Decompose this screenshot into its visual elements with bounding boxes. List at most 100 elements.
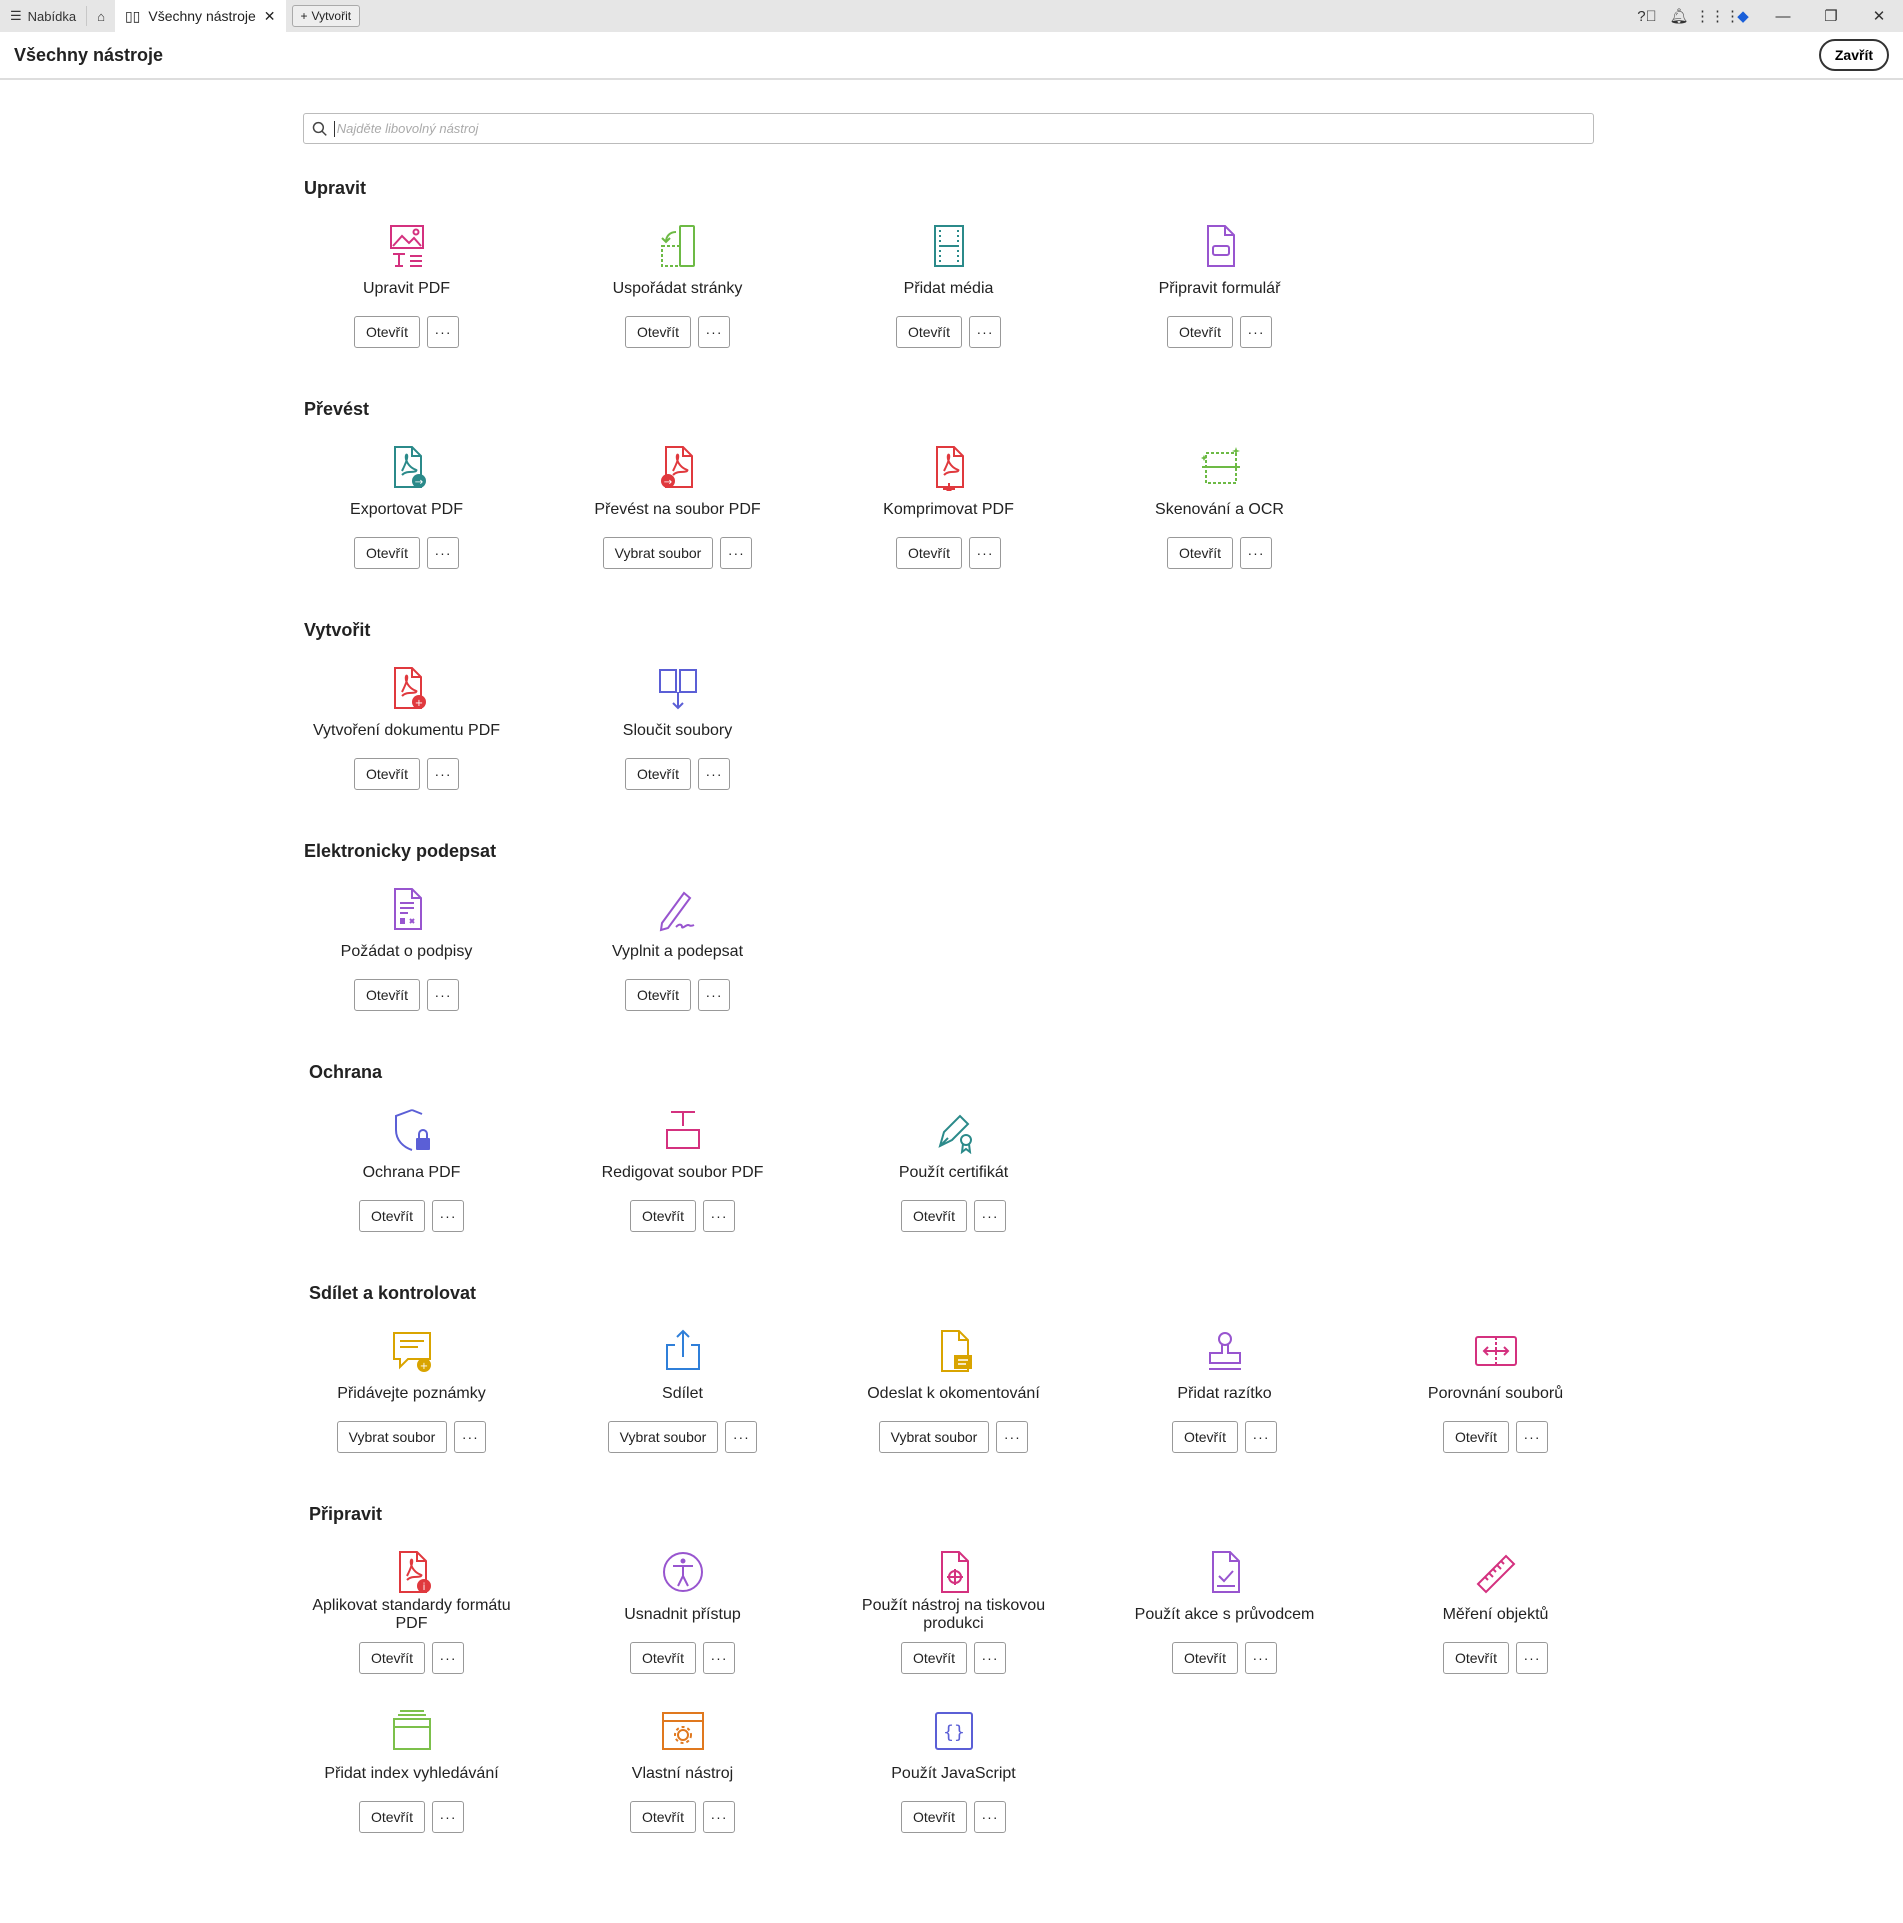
select-file-button[interactable]: Vybrat soubor	[878, 1421, 990, 1453]
more-options-button[interactable]: ···	[1516, 1421, 1548, 1453]
open-button[interactable]: Otevřít	[353, 979, 420, 1011]
more-options-button[interactable]: ···	[969, 537, 1001, 569]
more-options-button[interactable]: ···	[432, 1801, 464, 1833]
open-button[interactable]: Otevřít	[624, 316, 691, 348]
share-icon[interactable]	[659, 1327, 707, 1375]
tool-label: Sloučit soubory	[622, 722, 733, 739]
tab-all-tools[interactable]: ▯▯ Všechny nástroje ✕	[114, 0, 286, 32]
more-options-button[interactable]: ···	[454, 1421, 487, 1453]
search-input[interactable]	[333, 120, 1593, 137]
open-button[interactable]: Otevřít	[629, 1642, 696, 1674]
more-options-button[interactable]: ···	[698, 758, 730, 790]
open-button[interactable]: Otevřít	[895, 537, 962, 569]
measure-icon[interactable]	[1472, 1548, 1520, 1596]
send-comment-icon[interactable]	[930, 1327, 978, 1375]
open-button[interactable]: Otevřít	[1171, 1421, 1238, 1453]
open-button[interactable]: Otevřít	[900, 1801, 967, 1833]
open-button[interactable]: Otevřít	[1166, 537, 1233, 569]
prepare-form-icon[interactable]	[1196, 222, 1244, 270]
more-options-button[interactable]: ···	[725, 1421, 758, 1453]
more-options-button[interactable]: ···	[427, 758, 459, 790]
more-options-button[interactable]: ···	[1245, 1421, 1277, 1453]
select-file-button[interactable]: Vybrat soubor	[336, 1421, 448, 1453]
open-button[interactable]: Otevřít	[1166, 316, 1233, 348]
bell-icon[interactable]: 🔔︎	[1663, 7, 1695, 25]
select-file-button[interactable]: Vybrat soubor	[602, 537, 714, 569]
open-button[interactable]: Otevřít	[624, 979, 691, 1011]
add-media-icon[interactable]	[925, 222, 973, 270]
home-button[interactable]: ⌂	[87, 0, 115, 32]
open-button[interactable]: Otevřít	[624, 758, 691, 790]
select-file-button[interactable]: Vybrat soubor	[607, 1421, 719, 1453]
open-button[interactable]: Otevřít	[895, 316, 962, 348]
request-signatures-icon[interactable]	[383, 885, 431, 933]
more-options-button[interactable]: ···	[432, 1200, 464, 1232]
open-button[interactable]: Otevřít	[629, 1801, 696, 1833]
more-options-button[interactable]: ···	[720, 537, 753, 569]
more-options-button[interactable]: ···	[1240, 316, 1272, 348]
more-options-button[interactable]: ···	[1245, 1642, 1277, 1674]
open-button[interactable]: Otevřít	[1171, 1642, 1238, 1674]
close-tab-icon[interactable]: ✕	[264, 8, 276, 25]
export-pdf-icon[interactable]: →	[383, 443, 431, 491]
apps-grid-icon[interactable]: ⋮⋮⋮	[1695, 7, 1740, 25]
action-wizard-icon[interactable]	[1201, 1548, 1249, 1596]
more-options-button[interactable]: ···	[703, 1200, 735, 1232]
open-button[interactable]: Otevřít	[1442, 1421, 1509, 1453]
minimize-icon[interactable]: —	[1759, 8, 1807, 25]
scan-ocr-icon[interactable]	[1196, 443, 1244, 491]
more-options-button[interactable]: ···	[996, 1421, 1029, 1453]
open-button[interactable]: Otevřít	[1442, 1642, 1509, 1674]
close-button[interactable]: Zavřít	[1818, 39, 1889, 71]
more-options-button[interactable]: ···	[698, 979, 730, 1011]
certificate-icon[interactable]	[930, 1106, 978, 1155]
custom-tool-icon[interactable]	[659, 1707, 707, 1755]
more-options-button[interactable]: ···	[703, 1801, 735, 1833]
adobe-icon[interactable]: ◆	[1727, 7, 1759, 25]
more-options-button[interactable]: ···	[974, 1642, 1006, 1674]
print-production-icon[interactable]	[930, 1548, 978, 1596]
more-options-button[interactable]: ···	[703, 1642, 735, 1674]
search-index-icon[interactable]	[388, 1707, 436, 1755]
combine-files-icon[interactable]	[654, 664, 702, 712]
more-options-button[interactable]: ···	[1240, 537, 1272, 569]
fill-sign-icon[interactable]	[654, 885, 702, 933]
comment-icon[interactable]: +	[388, 1327, 436, 1375]
organize-pages-icon[interactable]	[654, 222, 702, 270]
search-box[interactable]	[303, 113, 1594, 144]
convert-pdf-icon[interactable]: →	[654, 443, 702, 491]
accessibility-icon[interactable]	[659, 1548, 707, 1596]
open-button[interactable]: Otevřít	[900, 1200, 967, 1232]
more-options-button[interactable]: ···	[698, 316, 730, 348]
open-button[interactable]: Otevřít	[900, 1642, 967, 1674]
more-options-button[interactable]: ···	[1516, 1642, 1548, 1674]
open-button[interactable]: Otevřít	[358, 1801, 425, 1833]
close-window-icon[interactable]: ✕	[1855, 7, 1903, 25]
open-button[interactable]: Otevřít	[358, 1642, 425, 1674]
redact-icon[interactable]	[659, 1106, 707, 1154]
help-icon[interactable]: ?⃝	[1631, 8, 1663, 25]
restore-icon[interactable]: ❐	[1807, 7, 1855, 25]
create-pdf-icon[interactable]: +	[383, 664, 431, 712]
more-options-button[interactable]: ···	[427, 316, 459, 348]
edit-pdf-icon[interactable]	[383, 222, 431, 270]
more-options-button[interactable]: ···	[974, 1801, 1006, 1833]
more-options-button[interactable]: ···	[427, 979, 459, 1011]
more-options-button[interactable]: ···	[432, 1642, 464, 1674]
more-options-button[interactable]: ···	[969, 316, 1001, 348]
open-button[interactable]: Otevřít	[353, 537, 420, 569]
menu-button[interactable]: ☰ Nabídka	[0, 0, 86, 32]
protect-pdf-icon[interactable]	[388, 1106, 436, 1154]
pdf-standards-icon[interactable]: i	[388, 1548, 436, 1596]
compare-files-icon[interactable]	[1472, 1327, 1520, 1375]
open-button[interactable]: Otevřít	[358, 1200, 425, 1232]
open-button[interactable]: Otevřít	[353, 316, 420, 348]
compress-pdf-icon[interactable]	[925, 443, 973, 492]
more-options-button[interactable]: ···	[974, 1200, 1006, 1232]
stamp-icon[interactable]	[1201, 1327, 1249, 1375]
create-button[interactable]: + Vytvořit	[291, 5, 361, 27]
open-button[interactable]: Otevřít	[629, 1200, 696, 1232]
open-button[interactable]: Otevřít	[353, 758, 420, 790]
javascript-icon[interactable]: {}	[930, 1707, 978, 1755]
more-options-button[interactable]: ···	[427, 537, 459, 569]
